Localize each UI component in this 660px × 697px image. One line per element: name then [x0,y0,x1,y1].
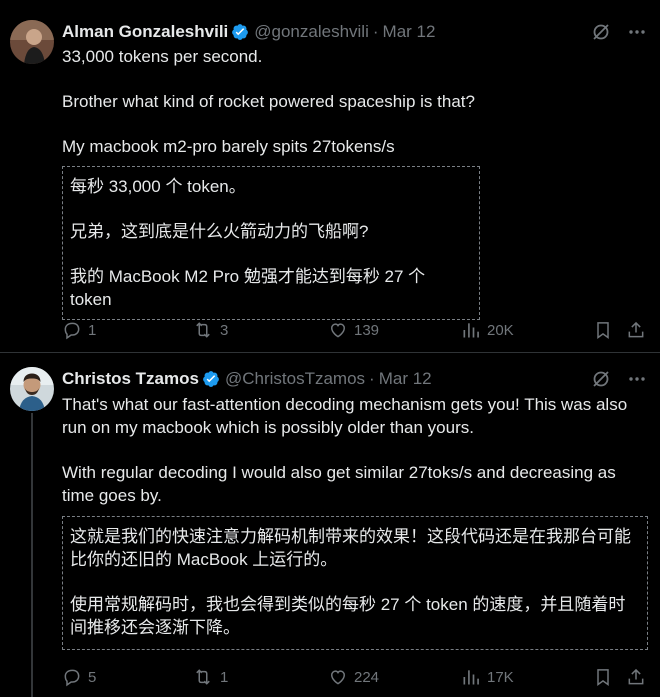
translation-paragraph: 兄弟，这到底是什么火箭动力的飞船啊? [70,222,369,241]
reply-icon [64,322,80,340]
tweet-header: Alman Gonzaleshvili @gonzaleshvili · Mar… [62,20,660,44]
views-button[interactable]: 17K [461,665,514,689]
separator-dot: · [372,22,379,41]
bookmark-icon [597,669,609,686]
reply-button[interactable]: 5 [62,665,96,689]
repost-icon [196,322,210,338]
repost-count: 1 [220,668,229,686]
view-count: 17K [487,668,514,686]
action-bar: 5 1 224 17K [62,665,648,689]
tweet-paragraph: That's what our fast-attention decoding … [62,395,628,437]
tweet-date[interactable]: Mar 12 [383,22,436,42]
tweet-1[interactable]: Alman Gonzaleshvili @gonzaleshvili · Mar… [0,0,660,352]
verified-badge-icon [232,24,249,40]
reply-count: 1 [88,321,97,339]
share-button[interactable] [626,665,646,689]
verified-badge-icon [203,371,219,387]
tweet-paragraph: 33,000 tokens per second. [62,47,263,66]
share-button[interactable] [626,318,646,342]
reply-button[interactable]: 1 [62,318,96,342]
bookmark-button[interactable] [593,665,613,689]
tweet-header: Christos Tzamos @ChristosTzamos · Mar 12 [62,367,660,391]
tweet-paragraph: Brother what kind of rocket powered spac… [62,92,475,111]
author-handle[interactable]: @gonzaleshvili [254,22,369,42]
more-icon[interactable] [626,368,648,390]
translation-box: 每秒 33,000 个 token。 兄弟，这到底是什么火箭动力的飞船啊? 我的… [62,166,480,320]
repost-button[interactable]: 1 [192,665,228,689]
view-count: 20K [487,321,514,339]
translation-paragraph: 每秒 33,000 个 token。 [70,177,246,196]
separator-dot: · [369,369,375,388]
share-icon [628,668,644,685]
share-icon [628,321,644,338]
grok-icon[interactable] [590,21,612,43]
avatar[interactable] [10,20,54,64]
translation-paragraph: 这就是我们的快速注意力解码机制带来的效果！这段代码还是在我那台可能比你的还旧的 … [70,527,631,569]
author-handle[interactable]: @ChristosTzamos [225,369,365,389]
author-name[interactable]: Christos Tzamos [62,369,199,389]
bookmark-button[interactable] [593,318,613,342]
repost-button[interactable]: 3 [192,318,228,342]
repost-icon [196,669,210,685]
tweet-paragraph: With regular decoding I would also get s… [62,463,616,505]
reply-icon [64,669,80,687]
bookmark-icon [597,322,609,339]
like-icon [330,670,346,685]
author-name[interactable]: Alman Gonzaleshvili [62,22,228,42]
like-icon [330,323,346,338]
more-icon[interactable] [626,21,648,43]
like-count: 139 [354,321,380,339]
like-button[interactable]: 139 [328,318,379,342]
tweet-text: 33,000 tokens per second. Brother what k… [62,45,642,158]
tweet-paragraph: My macbook m2-pro barely spits 27tokens/… [62,137,395,156]
translation-paragraph: 使用常规解码时，我也会得到类似的每秒 27 个 token 的速度，并且随着时间… [70,595,626,637]
reply-count: 5 [88,668,97,686]
views-icon [463,323,479,338]
tweet-text: That's what our fast-attention decoding … [62,393,646,507]
thread-line [31,413,33,697]
views-icon [463,670,479,685]
tweet-2[interactable]: Christos Tzamos @ChristosTzamos · Mar 12… [0,353,660,697]
action-bar: 1 3 139 20K [62,318,648,342]
grok-icon[interactable] [590,368,612,390]
repost-count: 3 [220,321,229,339]
like-button[interactable]: 224 [328,665,379,689]
tweet-date[interactable]: Mar 12 [379,369,432,389]
translation-paragraph: 我的 MacBook M2 Pro 勉强才能达到每秒 27 个 token [70,267,426,309]
avatar[interactable] [10,367,54,411]
like-count: 224 [354,668,380,686]
translation-box: 这就是我们的快速注意力解码机制带来的效果！这段代码还是在我那台可能比你的还旧的 … [62,516,648,650]
views-button[interactable]: 20K [461,318,514,342]
